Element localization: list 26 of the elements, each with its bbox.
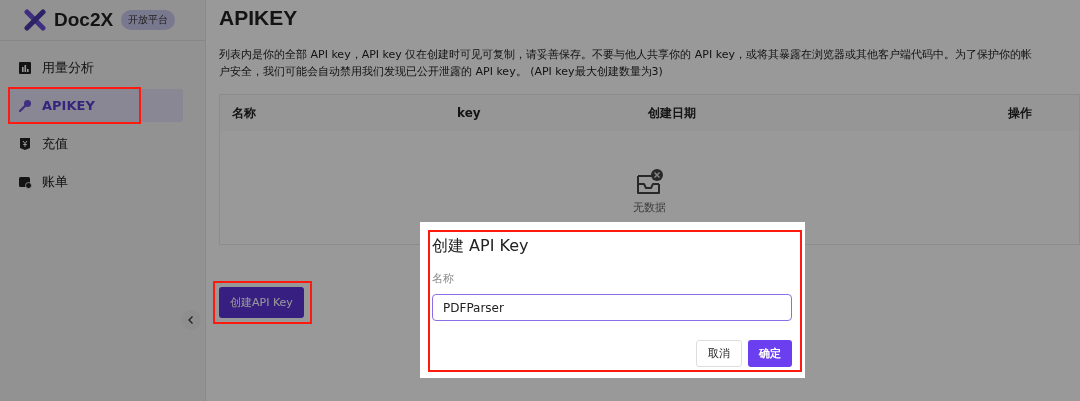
field-label: 名称 <box>432 271 455 286</box>
column-header: 名称 <box>232 104 256 122</box>
column-header: 操作 <box>1008 104 1032 122</box>
confirm-button[interactable]: 确定 <box>748 340 792 367</box>
brand-name: Doc2X <box>54 9 114 31</box>
column-header: key <box>457 106 481 120</box>
dialog-title: 创建 API Key <box>432 236 530 257</box>
logo-icon <box>24 9 46 31</box>
cancel-button[interactable]: 取消 <box>696 340 742 367</box>
empty-text: 无数据 <box>633 200 666 215</box>
page-title: APIKEY <box>219 6 299 30</box>
sidebar-item[interactable]: 账单 <box>8 165 183 198</box>
platform-badge: 开放平台 <box>121 10 176 30</box>
chevron-left-icon <box>186 315 196 325</box>
chart-icon <box>18 60 32 75</box>
create-api-key-button[interactable]: 创建API Key <box>219 287 304 318</box>
description-text: 列表内是你的全部 API key，API key 仅在创建时可见可复制，请妥善保存。不要与他人共享你的 API key，或将其暴露在浏览器或其他客户端代码中。为了保护你的帐户安全，我们可能会自动禁用我们发现已公开泄露的 API key。 (API key最大创建数量为3) <box>219 47 1033 80</box>
sidebar-item[interactable]: 充值 <box>8 127 183 160</box>
column-header: 创建日期 <box>648 104 696 122</box>
yen-tag-icon <box>18 136 32 151</box>
collapse-button[interactable] <box>181 310 201 330</box>
wallet-icon <box>18 174 32 189</box>
name-input-field[interactable]: PDFParser <box>432 294 792 321</box>
sidebar-item[interactable]: APIKEY <box>8 89 183 122</box>
sidebar-item[interactable]: 用量分析 <box>8 51 183 84</box>
key-icon <box>18 98 32 113</box>
